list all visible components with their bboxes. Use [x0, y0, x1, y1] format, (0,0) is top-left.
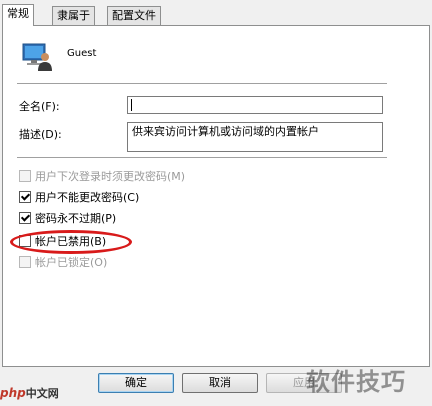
separator: [17, 157, 387, 159]
checkbox-box[interactable]: [19, 212, 31, 224]
checkbox-must-change-password[interactable]: 用户下次登录时须更改密码(M): [19, 168, 185, 184]
checkbox-box[interactable]: [19, 256, 31, 268]
logo-cn: 中文网: [25, 387, 59, 400]
full-name-label: 全名(F):: [19, 100, 60, 113]
checkbox-box[interactable]: [19, 191, 31, 203]
watermark: 软件技巧: [306, 368, 406, 396]
checkbox-label: 密码永不过期(P): [35, 212, 117, 225]
tab-member-of[interactable]: 隶属于: [52, 6, 95, 25]
checkbox-password-never-expires[interactable]: 密码永不过期(P): [19, 210, 116, 226]
separator: [17, 83, 387, 85]
tab-general[interactable]: 常规: [2, 4, 34, 26]
logo-php: php: [0, 386, 26, 400]
site-logo: php中文网: [0, 385, 59, 401]
checkbox-label: 用户不能更改密码(C): [35, 191, 140, 204]
checkbox-box[interactable]: [19, 170, 31, 182]
checkbox-label: 帐户已锁定(O): [35, 256, 108, 269]
ok-button[interactable]: 确定: [98, 373, 174, 393]
username: Guest: [67, 48, 97, 59]
checkbox-cannot-change-password[interactable]: 用户不能更改密码(C): [19, 189, 139, 205]
full-name-field[interactable]: [127, 96, 383, 114]
highlight-circle: [10, 230, 132, 254]
tab-profile[interactable]: 配置文件: [107, 6, 161, 25]
text-caret: [131, 99, 132, 111]
general-panel: Guest 全名(F): 描述(D): 供来宾访问计算机或访问域的内置帐户 用户…: [2, 25, 430, 367]
checkbox-label: 用户下次登录时须更改密码(M): [35, 170, 186, 183]
checkbox-account-locked[interactable]: 帐户已锁定(O): [19, 254, 107, 270]
description-value: 供来宾访问计算机或访问域的内置帐户: [132, 125, 319, 138]
cancel-button[interactable]: 取消: [182, 373, 258, 393]
description-label: 描述(D):: [19, 128, 62, 141]
description-field[interactable]: 供来宾访问计算机或访问域的内置帐户: [127, 122, 383, 152]
user-monitor-icon: [22, 43, 52, 71]
